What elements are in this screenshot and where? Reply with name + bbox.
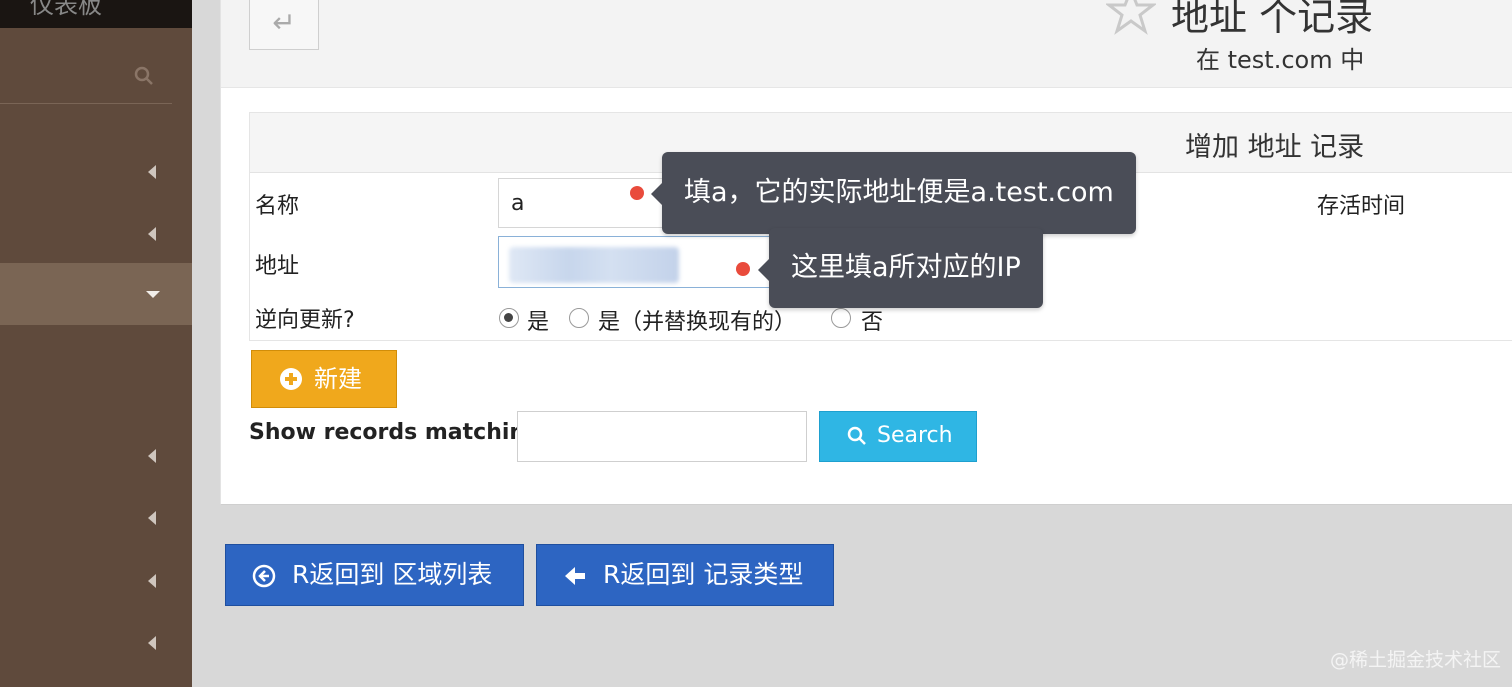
back-to-zone-list-label: R返回到 区域列表 [292,560,493,589]
chevron-left-icon [148,574,156,588]
new-record-button[interactable]: 新建 [251,350,397,408]
sidebar-item-7[interactable] [0,612,192,674]
watermark: @稀土掘金技术社区 [1330,649,1502,671]
tooltip-arrow [758,258,770,282]
sidebar-item-active[interactable] [0,263,192,325]
address-label: 地址 [255,254,300,279]
page-title: 地址 个记录 [1171,0,1374,39]
name-marker [630,186,644,200]
address-marker [736,262,750,276]
address-tooltip: 这里填a所对应的IP [758,228,1043,308]
back-button[interactable]: ↵ [249,0,319,50]
chevron-left-icon [148,449,156,463]
page-subtitle: 在 test.com 中 [1196,46,1365,74]
tooltip-arrow [651,182,663,206]
chevron-left-icon [148,165,156,179]
name-label: 名称 [255,194,300,219]
new-record-label: 新建 [314,365,362,393]
reverse-update-label: 逆向更新? [255,308,355,333]
chevron-left-icon [148,636,156,650]
search-records-label: Show records matching: [249,420,550,445]
search-records-input[interactable] [517,411,807,462]
sidebar-item-6[interactable] [0,550,192,612]
sidebar-item-5[interactable] [0,487,192,549]
reverse-replace-label: 是（并替换现有的） [598,310,797,335]
arrow-left-icon [565,567,585,585]
plus-circle-icon [280,368,302,390]
page-header: ↵ 地址 个记录 在 test.com 中 [221,0,1512,88]
search-button[interactable]: Search [819,411,977,462]
search-icon [847,426,866,445]
back-circle-icon [252,564,276,588]
back-to-record-type-label: R返回到 记录类型 [603,560,804,589]
redacted-ip [509,247,679,283]
sidebar-item-4[interactable] [0,425,192,487]
sidebar-item-1[interactable] [0,141,192,203]
address-tooltip-text: 这里填a所对应的IP [791,252,1021,283]
main-panel: ↵ 地址 个记录 在 test.com 中 增加 地址 记录 名称 存活时间 地… [220,0,1512,505]
back-to-zone-list-button[interactable]: R返回到 区域列表 [225,544,524,606]
sidebar-dashboard-label[interactable]: 仪表板 [0,0,192,28]
form-heading: 增加 地址 记录 [1185,132,1365,163]
star-icon[interactable] [1106,0,1156,36]
search-icon[interactable] [134,66,154,86]
back-to-record-type-button[interactable]: R返回到 记录类型 [536,544,834,606]
return-arrow-icon: ↵ [272,6,296,39]
reverse-no-label: 否 [861,310,884,335]
name-tooltip-text: 填a，它的实际地址便是a.test.com [684,177,1114,208]
sidebar: 仪表板 [0,0,192,687]
chevron-down-icon [146,291,160,298]
sidebar-item-2[interactable] [0,203,192,265]
reverse-yes-label: 是 [527,310,550,335]
sidebar-search[interactable] [0,28,172,104]
reverse-yes-radio[interactable] [499,308,519,328]
address-input[interactable] [498,236,778,288]
name-input[interactable] [498,178,668,228]
ttl-label: 存活时间 [1317,194,1406,219]
chevron-left-icon [148,511,156,525]
search-button-label: Search [877,423,953,448]
reverse-replace-radio[interactable] [569,308,589,328]
name-tooltip: 填a，它的实际地址便是a.test.com [651,152,1136,234]
chevron-left-icon [148,227,156,241]
reverse-no-radio[interactable] [831,308,851,328]
